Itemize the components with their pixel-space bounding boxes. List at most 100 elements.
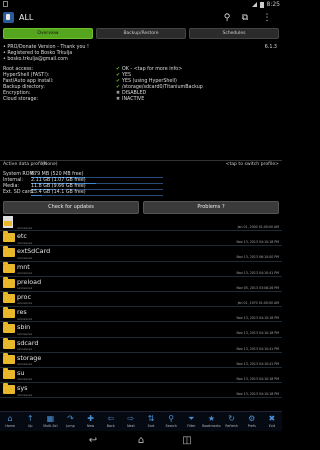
file-date: Nov 13, 2013 04:10:41 PM [236, 361, 279, 366]
filter-icon: ⏷ [188, 414, 195, 423]
up-icon: ↑ [26, 414, 34, 423]
profile-label: Active data profile: [3, 162, 47, 167]
file-row[interactable]: proc rwxrwxrwx Jan 01, 1970 01:00:00 AM [0, 291, 282, 308]
folder-icon [3, 307, 15, 319]
toolbar-exit-button[interactable]: ✖ Exit [262, 412, 282, 431]
folder-icon [3, 276, 15, 288]
tab-overview[interactable]: Overview [3, 28, 93, 39]
file-permissions: rwxrwxrwx [17, 286, 33, 291]
file-permissions: rwxrwxrwx [17, 316, 33, 321]
folder-icon [3, 231, 15, 243]
toolbar-label: Search [165, 424, 177, 428]
license-text: PRO/Donate Version - Thank you ! [7, 45, 89, 50]
file-permissions: rwxrwxrwx [17, 255, 33, 260]
status-key: Cloud storage: [3, 97, 39, 102]
exit-icon: ✖ [268, 414, 276, 423]
home-nav-icon[interactable]: ⌂ [134, 435, 148, 447]
app-title: ALL [19, 13, 34, 22]
toolbar-sort-button[interactable]: ⇅ Sort [141, 412, 161, 431]
toolbar-label: Refresh [225, 424, 238, 428]
toolbar-new-button[interactable]: ✚ New [81, 412, 101, 431]
copy-icon[interactable]: ⧉ [240, 13, 250, 23]
parent-folder-icon [3, 216, 13, 228]
toolbar-label: Next [127, 424, 135, 428]
file-permissions: rwxrwxrwx [17, 271, 33, 276]
tab-schedules[interactable]: Schedules [189, 28, 279, 39]
file-date: Nov 13, 2013 04:10:41 PM [236, 346, 279, 351]
file-row[interactable]: extSdCard rwxrwxrwx Nov 13, 2013 06:10:00 … [0, 246, 282, 262]
file-row[interactable]: mnt rwxrwxrwx Nov 13, 2013 04:10:41 PM [0, 261, 282, 277]
toolbar-back-button[interactable]: ⇦ Back [101, 412, 121, 431]
app-logo-icon[interactable] [3, 12, 14, 23]
file-row[interactable]: etc rwxrwxrwx Nov 13, 2013 04:10:18 PM [0, 231, 282, 247]
status-grid: Root access: ✔ OK - <tap for more info> Hyp… [3, 67, 279, 103]
sort-icon: ⇅ [147, 414, 155, 423]
check-updates-button[interactable]: Check for updates [3, 201, 139, 214]
clock: 8:25 [266, 1, 280, 8]
toolbar-next-button[interactable]: ⇨ Next [121, 412, 141, 431]
storage-summary: System ROM: 879 MB (520 MB free) Internal:… [3, 172, 279, 196]
file-row[interactable]: res rwxrwxrwx Nov 13, 2013 04:10:18 PM [0, 307, 282, 323]
file-row[interactable]: su rwxrwxrwx Nov 13, 2013 04:10:18 PM [0, 367, 282, 384]
toolbar-jump-button[interactable]: ↷ Jump [60, 412, 80, 431]
search-icon: ⚲ [168, 414, 175, 423]
search-icon[interactable]: ⚲ [222, 13, 232, 23]
storage-usage-bar [31, 195, 163, 196]
file-row[interactable]: sys rwxrwxrwx Nov 13, 2013 04:10:18 PM [0, 383, 282, 399]
bottom-toolbar: ⌂ Home ↑ Up ▦ Multi-Sel ↷ Jump ✚ New ⇦ Back ⇨ Next ⇅ So… [0, 411, 282, 431]
toolbar-label: New [87, 424, 95, 428]
toolbar-search-button[interactable]: ⚲ Search [161, 412, 181, 431]
toolbar-home-button[interactable]: ⌂ Home [0, 412, 20, 431]
data-profile-row[interactable]: Active data profile: (None) <tap to swit… [0, 160, 282, 169]
file-name: storage [17, 353, 42, 362]
system-nav-bar: ↩ ⌂ ◫ [0, 432, 282, 450]
toolbar-multi-sel-button[interactable]: ▦ Multi-Sel [40, 412, 60, 431]
toolbar-refresh-button[interactable]: ↻ Refresh [222, 412, 242, 431]
cross-icon: ✖ [116, 97, 121, 102]
file-date: Nov 13, 2013 04:10:18 PM [236, 392, 279, 397]
toolbar-label: Filter [187, 424, 196, 428]
status-bar: 8:25 [0, 0, 282, 9]
back-nav-icon[interactable]: ↩ [86, 435, 100, 447]
file-row[interactable]: sbin rwxrwxrwx Nov 13, 2013 04:10:18 PM [0, 322, 282, 338]
toolbar-filter-button[interactable]: ⏷ Filter [181, 412, 201, 431]
file-name: sys [17, 384, 28, 393]
status-row: Cloud storage: ✖ INACTIVE [3, 97, 279, 103]
file-permissions: rwxrwxrwx [17, 225, 33, 230]
status-value: OK - <tap for more info> [122, 67, 183, 72]
battery-icon [259, 1, 264, 8]
jump-icon: ↷ [67, 414, 74, 423]
file-permissions: rwxrwxrwx [17, 377, 33, 382]
file-name: res [17, 308, 27, 317]
toolbar-prefs-button[interactable]: ⚙ Prefs [242, 412, 262, 431]
toolbar-up-button[interactable]: ↑ Up [20, 412, 40, 431]
tab-backup-restore[interactable]: Backup/Restore [96, 28, 186, 39]
file-permissions: rwxrwxrwx [17, 240, 33, 245]
folder-icon [3, 246, 15, 258]
parent-directory-row[interactable]: rwxrwxrwx Jan 01, 2000 01:00:00 AM [0, 216, 282, 232]
toolbar-label: Bookmarks [202, 424, 221, 428]
file-row[interactable]: sdcard rwxrwxrwx Nov 13, 2013 04:10:41 PM [0, 337, 282, 353]
file-name: extSdCard [17, 247, 51, 256]
folder-icon [3, 352, 15, 364]
file-date: Nov 13, 2013 04:10:18 PM [236, 331, 279, 336]
folder-icon [3, 322, 15, 334]
next-icon: ⇨ [127, 414, 135, 423]
overflow-menu-icon[interactable]: ⋮ [262, 13, 272, 23]
problems-button[interactable]: Problems ? [143, 201, 279, 214]
bookmark-icon: ★ [207, 414, 216, 423]
toolbar-label: Home [5, 424, 15, 428]
file-name: su [17, 368, 25, 377]
file-row[interactable]: preload rwxrwxrwx Nov 05, 2013 03:08:26 PM [0, 276, 282, 292]
home-icon: ⌂ [7, 414, 13, 423]
file-date: Nov 13, 2013 04:10:41 PM [236, 270, 279, 275]
switch-profile-hint[interactable]: <tap to switch profile> [226, 161, 279, 169]
file-name: etc [17, 232, 27, 241]
recents-nav-icon[interactable]: ◫ [180, 435, 194, 447]
action-bar: ALL ⚲ ⧉ ⋮ [0, 9, 282, 27]
toolbar-label: Sort [147, 424, 155, 428]
file-permissions: rwxrwxrwx [17, 331, 33, 336]
file-row[interactable]: storage rwxrwxrwx Nov 13, 2013 04:10:41 PM [0, 352, 282, 368]
toolbar-bookmarks-button[interactable]: ★ Bookmarks [201, 412, 221, 431]
status-value: INACTIVE [122, 97, 145, 102]
